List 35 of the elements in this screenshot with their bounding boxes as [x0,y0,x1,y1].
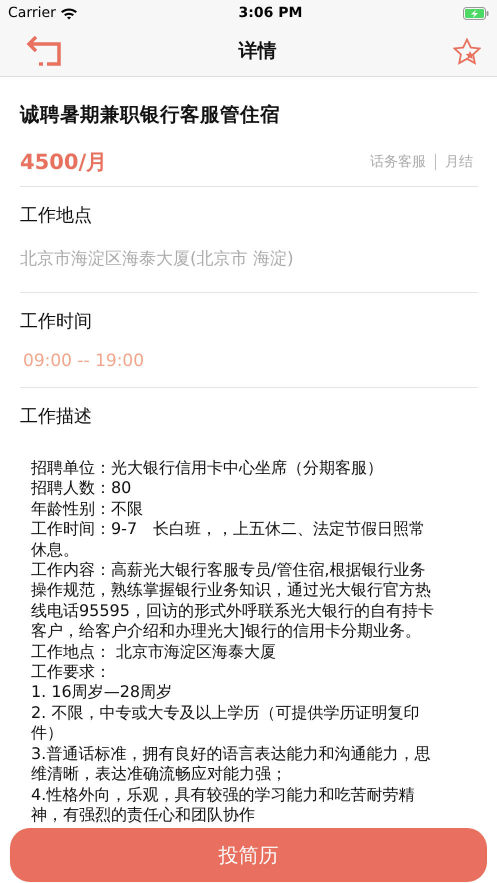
section-heading: 工作时间 [20,310,93,333]
work-address: 北京市海淀区海泰大厦(北京市 海淀) [20,248,295,270]
description-line: 休息。 [31,540,80,560]
status-time: 3:06 PM [238,5,302,21]
work-hours: 09:00 -- 19:00 [22,350,146,371]
star-icon[interactable] [453,38,481,64]
carrier-label: Carrier [8,5,56,21]
job-title: 诚聘暑期兼职银行客服管住宿 [20,102,281,128]
job-tag: 月结 [445,153,473,171]
salary: 4500/月 [20,149,108,176]
description-line: 工作时间：9-7 长白班，，上五休二、法定节假日照常 [31,519,426,540]
description-line: 3.普通话标准，拥有良好的语言表达能力和沟通能力，思 [31,744,432,764]
description-line: 操作规范，熟练掌握银行业务知识，通过光大银行官方热 [31,580,432,601]
description-line: 线电话95595，回访的形式外呼联系光大银行的自有持卡 [31,600,435,622]
wifi-icon [60,6,78,20]
section-heading: 工作描述 [20,405,93,428]
description-line: 1. 16周岁—28周岁 [31,682,174,703]
description-line: 神，有强烈的责任心和团队协作 [31,804,256,826]
description-line: 维清晰，表达准确流畅应对能力强； [31,764,288,784]
battery-icon [463,6,489,20]
description-line: 工作内容：高薪光大银行客服专员/管住宿,根据银行业务 [31,560,426,580]
description-line: 件） [31,723,64,744]
description-line: 招聘人数：80 [31,478,132,499]
description-line: 2. 不限，中专或大专及以上学历（可提供学历证明复印 [31,702,420,724]
section-heading: 工作地点 [20,204,93,227]
description-line: 客户，给客户介绍和办理光大]银行的信用卡分期业务。 [31,621,422,642]
description-line: 工作地点： 北京市海淀区海泰大厦 [31,642,278,662]
description-line: 招聘单位：光大银行信用卡中心坐席（分期客服） [31,458,384,478]
screen-title: 详情 [238,39,276,64]
description-line: 年龄性别：不限 [31,498,144,520]
job-tag: 话务客服 [370,153,426,171]
description-line: 工作要求： [31,662,112,682]
apply-button[interactable]: 投简历 [10,828,487,882]
back-icon[interactable] [26,36,62,66]
description-line: 4.性格外向，乐观，具有较强的学习能力和吃苦耐劳精 [31,784,416,805]
